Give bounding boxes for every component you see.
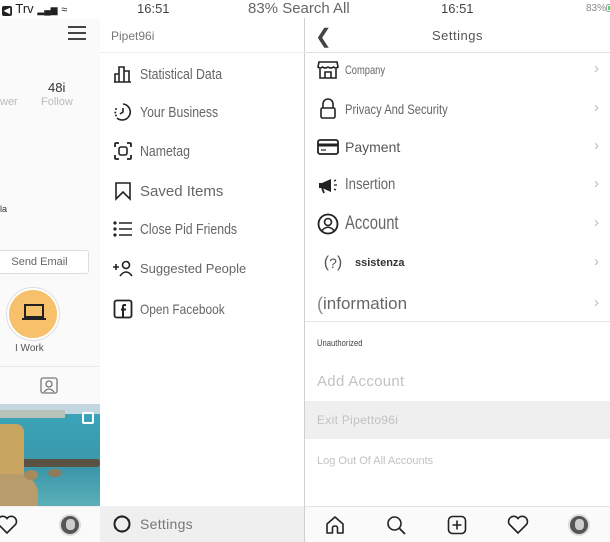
wifi-icon: ≈ (61, 4, 68, 16)
highlight-label: I Work (15, 343, 44, 354)
story-highlight[interactable] (7, 288, 59, 340)
tagged-icon[interactable] (40, 376, 58, 399)
facebook-icon (112, 298, 134, 320)
megaphone-icon (317, 174, 339, 196)
heart-icon[interactable] (506, 513, 530, 537)
chevron-right-icon: › (594, 99, 599, 116)
settings-item-privacy[interactable]: Privacy And Security › (317, 95, 605, 123)
chevron-right-icon: › (594, 60, 599, 77)
divider (305, 52, 610, 53)
list-icon (112, 218, 134, 240)
settings-item-label: Insertion (345, 176, 396, 193)
log-out-all-button[interactable]: Log Out Of All Accounts (305, 442, 610, 480)
carousel-icon (82, 412, 94, 424)
divider (100, 52, 305, 53)
menu-item-your-business[interactable]: Your Business (112, 100, 235, 124)
bottom-tabbar (305, 506, 610, 542)
menu-item-label: Your Business (140, 103, 219, 121)
avatar[interactable] (59, 514, 81, 536)
heart-icon[interactable] (0, 515, 18, 535)
settings-panel: ❮ Settings Company › Privacy And Securit… (305, 18, 610, 542)
profile-panel: wer 48i Follow la Send Email I Work (0, 18, 100, 542)
nametag-scan-icon (112, 140, 134, 162)
menu-item-label: Nametag (140, 142, 190, 160)
add-account-button[interactable]: Add Account (305, 362, 610, 400)
gear-icon (113, 515, 131, 533)
store-icon (317, 59, 339, 81)
following-count: 48i (48, 80, 66, 95)
settings-item-label: ssistenza (355, 257, 405, 269)
menu-item-statistical-data[interactable]: Statistical Data (112, 62, 240, 86)
menu-item-open-facebook[interactable]: Open Facebook (112, 297, 240, 321)
carrier: ◀ Trv ▂▄▆ ≈ (2, 1, 68, 16)
status-time-right: 16:51 (441, 1, 474, 16)
chevron-right-icon: › (594, 175, 599, 192)
side-menu: Pipet96i Statistical Data Your Business … (100, 18, 305, 542)
account-circle-icon (317, 213, 339, 235)
battery-icon (606, 4, 610, 12)
menu-item-label: Statistical Data (140, 65, 223, 83)
activity-clock-icon (112, 101, 134, 123)
battery-indicator: 83% (586, 3, 610, 14)
chevron-right-icon: › (594, 137, 599, 154)
laptop-icon (22, 304, 46, 320)
profile-avatar[interactable] (567, 513, 591, 537)
settings-button[interactable]: Settings (100, 506, 304, 542)
settings-item-information[interactable]: ( information › (317, 290, 605, 318)
home-icon[interactable] (323, 513, 347, 537)
send-email-button[interactable]: Send Email (0, 250, 89, 274)
page-title: Settings (432, 28, 483, 43)
section-header: Unauthorized (317, 338, 363, 348)
status-search-text: 83% Search All (248, 0, 350, 17)
menu-item-label: Close Pid Friends (140, 220, 238, 238)
status-bar: ◀ Trv ▂▄▆ ≈ 16:51 83% Search All 16:51 8… (0, 0, 610, 18)
exit-account-button[interactable]: Exit Pipetto96i (305, 401, 610, 439)
settings-item-payment[interactable]: Payment › (317, 133, 605, 161)
settings-item-label: Company (345, 63, 386, 77)
settings-item-label: Account (345, 213, 399, 234)
settings-item-company[interactable]: Company › (317, 56, 605, 84)
help-icon: (?) (323, 254, 343, 271)
settings-item-account[interactable]: Account › (317, 210, 605, 238)
profile-tabbar (0, 506, 100, 542)
settings-label: Settings (140, 516, 193, 532)
new-post-icon[interactable] (445, 513, 469, 537)
chevron-right-icon: › (594, 253, 599, 270)
settings-item-label: information (323, 294, 408, 313)
menu-icon[interactable] (68, 26, 86, 40)
settings-item-label: Payment (345, 139, 401, 155)
settings-item-assistance[interactable]: (?) ssistenza › (317, 249, 605, 277)
bar-chart-icon (112, 63, 134, 85)
menu-item-nametag[interactable]: Nametag (112, 139, 201, 163)
settings-item-label: Privacy And Security (345, 101, 448, 117)
back-app-icon: ◀ (2, 6, 12, 16)
search-icon[interactable] (384, 513, 408, 537)
lock-icon (317, 98, 339, 120)
menu-item-close-friends[interactable]: Close Pid Friends (112, 217, 258, 241)
signal-icon: ▂▄▆ (37, 5, 58, 15)
menu-item-suggested-people[interactable]: Suggested People (112, 256, 246, 280)
divider (0, 366, 100, 367)
menu-item-label: Saved Items (140, 182, 224, 200)
post-photo[interactable] (0, 404, 100, 506)
menu-item-label: Suggested People (140, 260, 247, 276)
menu-item-label: Open Facebook (140, 301, 225, 317)
bookmark-icon (112, 180, 134, 202)
menu-item-saved-items[interactable]: Saved Items (112, 179, 223, 203)
credit-card-icon (317, 136, 339, 158)
status-time-left: 16:51 (137, 1, 170, 16)
settings-item-insertion[interactable]: Insertion › (317, 171, 605, 199)
chevron-right-icon: › (594, 294, 599, 311)
chevron-right-icon: › (594, 214, 599, 231)
bio-text: la (0, 204, 8, 214)
menu-username: Pipet96i (111, 29, 155, 43)
add-person-icon (112, 257, 134, 279)
following-label[interactable]: Follow (41, 96, 73, 108)
divider (305, 321, 610, 322)
followers-label[interactable]: wer (0, 96, 18, 108)
